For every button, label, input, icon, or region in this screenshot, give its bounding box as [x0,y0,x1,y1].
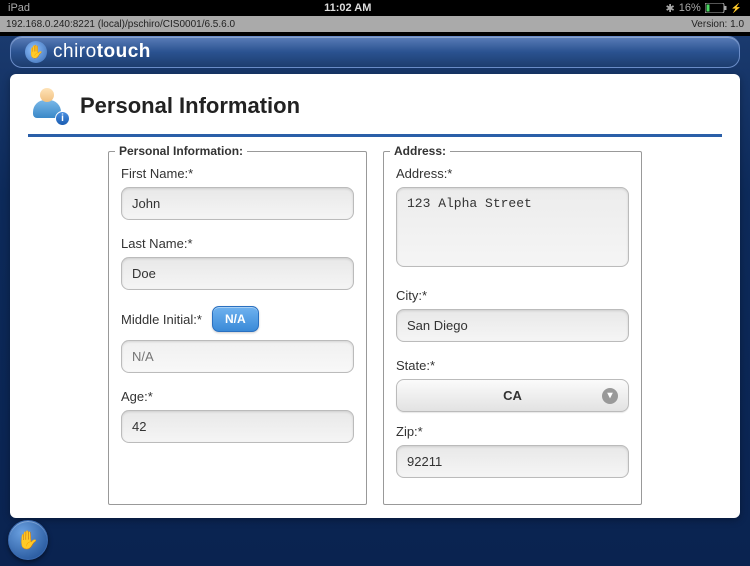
middle-initial-input[interactable] [121,340,354,373]
home-hand-button[interactable]: ✋ [8,520,48,560]
address-fieldset: Address: Address:* City:* State:* CA ▾ Z… [383,151,642,505]
na-toggle-button[interactable]: N/A [212,306,259,332]
bluetooth-icon: ✱ [666,2,675,15]
chevron-down-icon: ▾ [602,388,618,404]
charging-icon: ⚡ [731,3,742,14]
carrier-label: iPad [8,2,30,14]
battery-icon [705,3,727,13]
age-label: Age:* [121,389,354,404]
content-card: i Personal Information Personal Informat… [10,74,740,518]
address-label: Address:* [396,166,629,181]
state-select[interactable]: CA ▾ [396,379,629,412]
city-input[interactable] [396,309,629,342]
brand-name: chirotouch [53,41,151,63]
url-bar: 192.168.0.240:8221 (local)/pschiro/CIS00… [0,16,750,32]
personal-legend: Personal Information: [115,144,247,158]
card-header: i Personal Information [28,88,722,137]
zip-input[interactable] [396,445,629,478]
first-name-input[interactable] [121,187,354,220]
page-title: Personal Information [80,93,300,119]
battery-percent: 16% [679,2,701,14]
hand-logo-icon: ✋ [25,41,47,63]
state-value: CA [503,388,522,403]
last-name-label: Last Name:* [121,236,354,251]
last-name-input[interactable] [121,257,354,290]
app-container: ✋ chirotouch i Personal Information Pers… [0,36,750,566]
state-label: State:* [396,358,629,373]
age-input[interactable] [121,410,354,443]
zip-label: Zip:* [396,424,629,439]
url-text: 192.168.0.240:8221 (local)/pschiro/CIS00… [6,19,235,30]
person-info-icon: i [32,88,68,124]
version-text: Version: 1.0 [691,19,744,30]
address-input[interactable] [396,187,629,267]
middle-initial-label: Middle Initial:* [121,312,202,327]
clock: 11:02 AM [30,2,666,14]
personal-info-fieldset: Personal Information: First Name:* Last … [108,151,367,505]
ios-status-bar: iPad 11:02 AM ✱ 16% ⚡ [0,0,750,16]
brand-header: ✋ chirotouch [10,36,740,68]
city-label: City:* [396,288,629,303]
address-legend: Address: [390,144,450,158]
first-name-label: First Name:* [121,166,354,181]
